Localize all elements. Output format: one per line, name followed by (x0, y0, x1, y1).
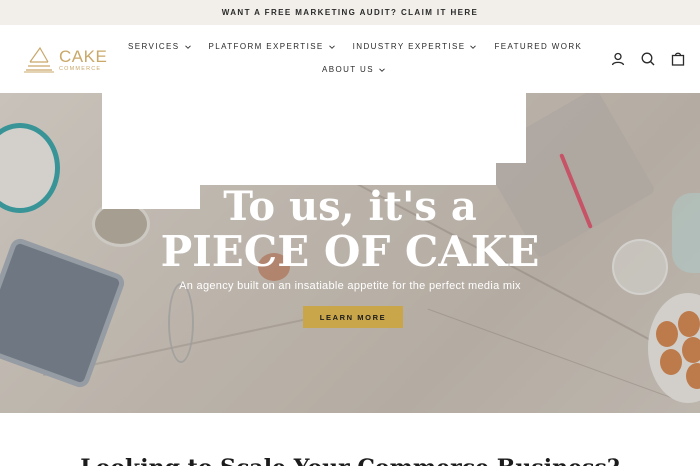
section-heading: Looking to Scale Your Commerce Business? (0, 455, 700, 466)
cart-icon[interactable] (670, 51, 686, 67)
hero-subtitle: An agency built on an insatiable appetit… (179, 280, 521, 292)
hero-title-line-2: PIECE OF CAKE (160, 227, 540, 276)
nav-label: INDUSTRY EXPERTISE (352, 42, 466, 51)
nav-item-featured-work[interactable]: FEATURED WORK (494, 42, 582, 51)
blank-region (102, 93, 526, 163)
announcement-bar[interactable]: WANT A FREE MARKETING AUDIT? CLAIM IT HE… (0, 0, 700, 25)
nav-item-industry-expertise[interactable]: INDUSTRY EXPERTISE (353, 42, 477, 51)
nav-label: SERVICES (128, 42, 180, 51)
nav-item-about-us[interactable]: ABOUT US (322, 65, 385, 74)
logo-wordmark: CAKE (59, 46, 108, 66)
header-actions (596, 51, 686, 67)
nav-label: PLATFORM EXPERTISE (208, 42, 324, 51)
logo[interactable]: CAKE COMMERCE (22, 43, 112, 77)
chevron-down-icon (379, 67, 385, 72)
site-header: CAKE COMMERCE SERVICES PLATFORM EXPERTIS… (0, 25, 700, 93)
button-label: LEARN MORE (319, 312, 387, 322)
logo-subtext: COMMERCE (59, 65, 102, 72)
main-nav: SERVICES PLATFORM EXPERTISE INDUSTRY EXP… (128, 42, 600, 51)
hero-title-line-1: To us, it's a (223, 183, 477, 230)
announcement-text[interactable]: WANT A FREE MARKETING AUDIT? CLAIM IT HE… (222, 8, 479, 17)
chevron-down-icon (470, 44, 477, 49)
search-icon[interactable] (640, 51, 656, 67)
blank-region (102, 163, 496, 185)
nav-label: ABOUT US (322, 65, 374, 74)
nav-label: FEATURED WORK (494, 42, 583, 51)
nav-item-platform-expertise[interactable]: PLATFORM EXPERTISE (209, 42, 335, 51)
cake-logo-icon (24, 46, 54, 73)
main-nav-row-2: ABOUT US (322, 65, 403, 74)
learn-more-button[interactable]: LEARN MORE (303, 306, 403, 328)
user-icon[interactable] (610, 51, 626, 67)
nav-item-services[interactable]: SERVICES (128, 42, 191, 51)
chevron-down-icon (184, 44, 191, 49)
chevron-down-icon (328, 44, 335, 49)
hero-banner: To us, it's a PIECE OF CAKE An agency bu… (0, 93, 700, 413)
